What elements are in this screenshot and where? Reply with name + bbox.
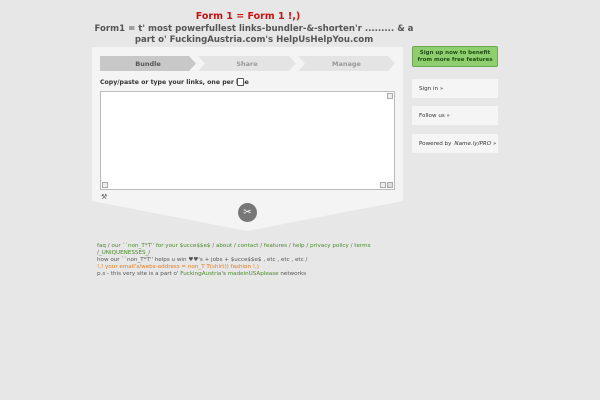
footer-line-4-prefix: p.s - this very site is a part o' [97, 271, 179, 277]
tab-bundle[interactable]: Bundle [100, 56, 196, 71]
signup-button[interactable]: Sign up now to benefit from more free fe… [412, 46, 498, 67]
links-textarea-container [100, 91, 395, 190]
powered-by-prefix: Powered by [419, 140, 452, 147]
scissors-icon[interactable]: ✂ [238, 203, 257, 222]
footer-line-4-suffix: networks [280, 271, 306, 277]
step-tabs: Bundle Share Manage [100, 56, 395, 71]
footer-link-fuckingaustria[interactable]: FuckingAustria [180, 271, 221, 277]
footer-link-madeinusaplease[interactable]: madeinUSAplease [228, 271, 279, 277]
footer-line-4-mid: 's [221, 271, 226, 277]
footer-link-uniquenesses[interactable]: _UNIQUENESSES_ [99, 250, 148, 256]
scroll-left-icon[interactable] [102, 182, 108, 188]
resize-handle-icon[interactable] [387, 182, 393, 188]
links-textarea[interactable] [101, 92, 394, 189]
powered-by-brand[interactable]: Name.ly/PRO » [454, 141, 496, 147]
tab-manage[interactable]: Manage [298, 56, 395, 71]
tab-share[interactable]: Share [198, 56, 296, 71]
footer-line-3: !,! your email's/webs-address = non_T T(… [97, 264, 259, 270]
footer-link-privacy[interactable]: privacy policy [310, 243, 349, 249]
footer-link-about[interactable]: about [216, 243, 232, 249]
footer-link-contact[interactable]: contact [238, 243, 259, 249]
footer-separator: / [148, 250, 151, 256]
footer-link-terms[interactable]: terms [354, 243, 370, 249]
links-label: Copy/paste or type your links, one per l… [100, 79, 249, 86]
doc-icon[interactable] [237, 78, 244, 86]
powered-by-box[interactable]: Powered by Name.ly/PRO » [412, 134, 498, 153]
sign-in-button[interactable]: Sign in » [412, 79, 498, 98]
footer-link-faq[interactable]: faq [97, 243, 106, 249]
footer-link-features[interactable]: features [264, 243, 287, 249]
footer-line-2: how our ``non_T*T'' helps u win ♥♥'s + j… [97, 257, 308, 263]
scroll-down-icon[interactable] [380, 182, 386, 188]
page-subtitle: Form1 = t' most powerfullest links-bundl… [94, 24, 414, 45]
footer-link-non-tt[interactable]: our ``non_T*T'' for your $ucce$$e$ [111, 243, 210, 249]
follow-us-button[interactable]: Follow us » [412, 106, 498, 125]
page-title: Form 1 = Form 1 !,) [195, 11, 301, 22]
footer-link-help[interactable]: help [293, 243, 305, 249]
footer-line-4: p.s - this very site is a part o' Fuckin… [97, 271, 417, 278]
footer-links-line: faq / our ``non_T*T'' for your $ucce$$e$… [97, 243, 417, 257]
scroll-up-icon[interactable] [387, 93, 393, 99]
footer: faq / our ``non_T*T'' for your $ucce$$e$… [97, 243, 417, 278]
wrench-icon[interactable]: ⚒ [101, 193, 107, 201]
